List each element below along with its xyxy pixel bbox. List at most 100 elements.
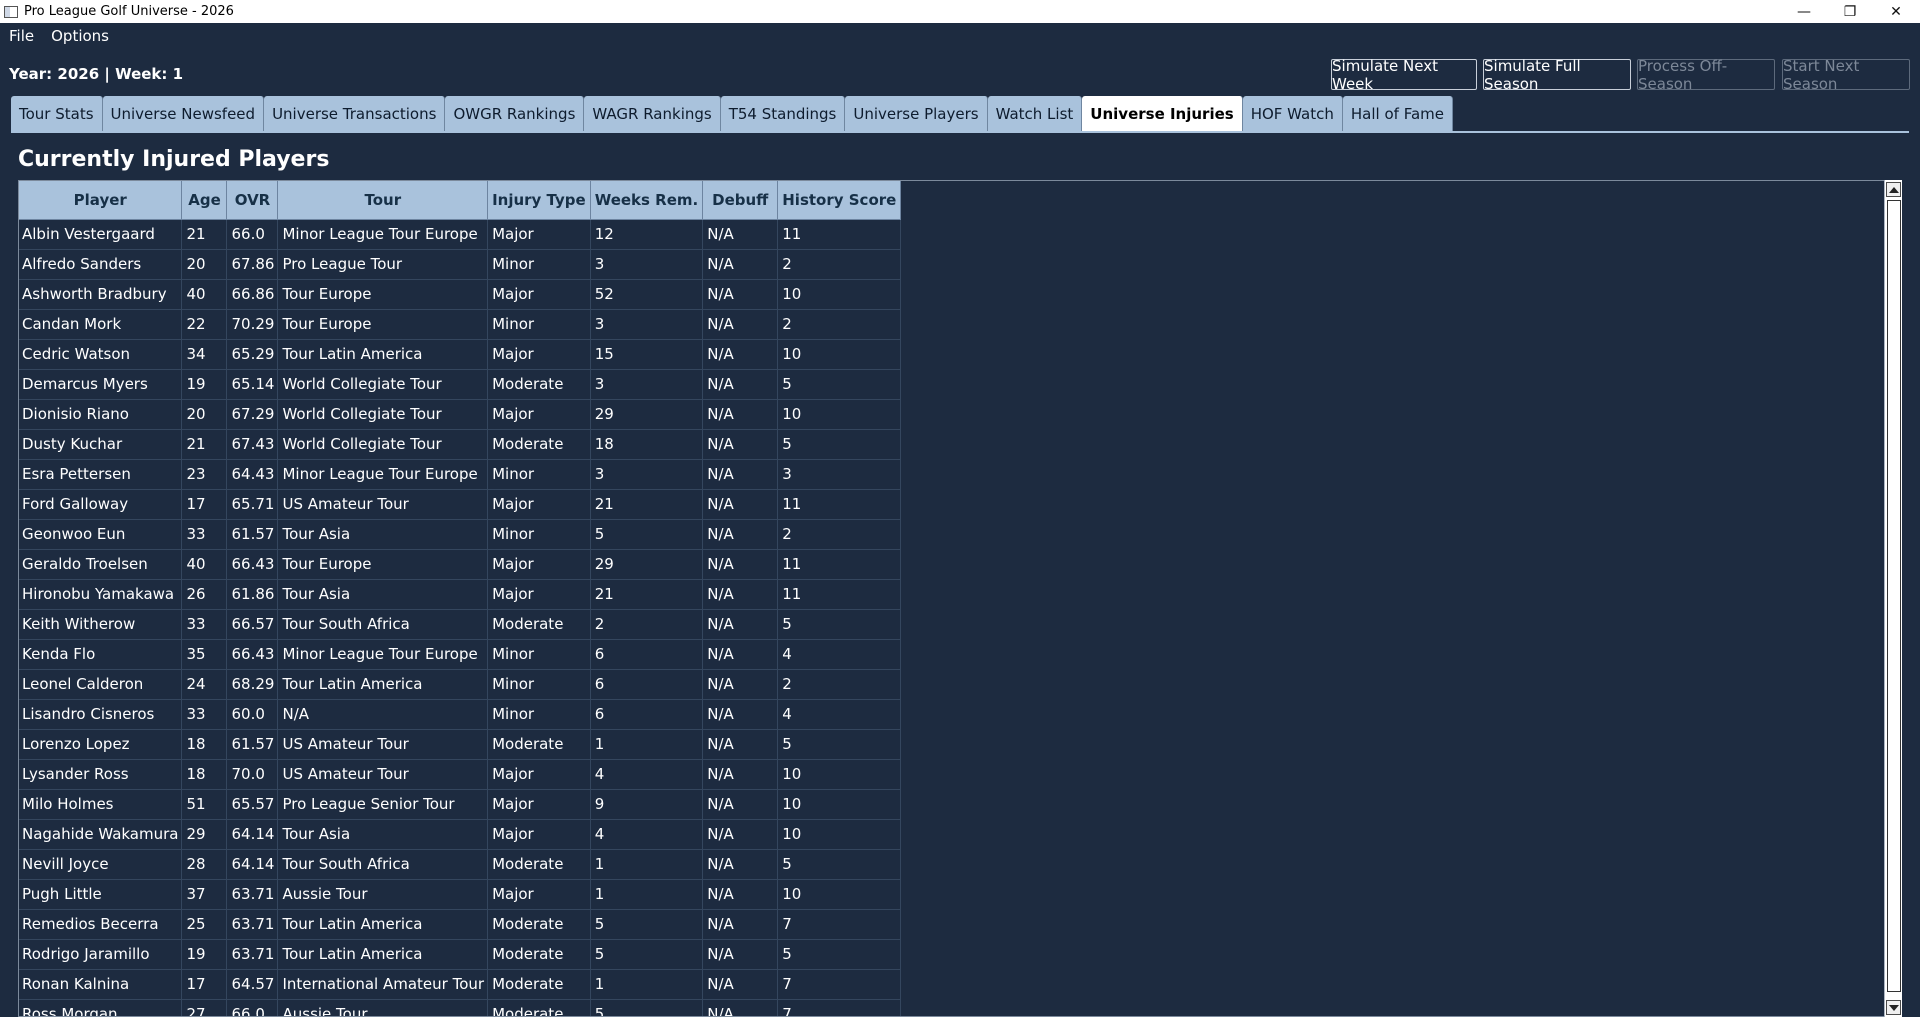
tab-owgr-rankings[interactable]: OWGR Rankings xyxy=(445,96,585,132)
tab-tour-stats[interactable]: Tour Stats xyxy=(11,96,103,132)
table-cell: Major xyxy=(487,279,591,310)
tab-universe-players[interactable]: Universe Players xyxy=(845,96,988,132)
column-header[interactable]: Age xyxy=(181,181,228,220)
table-cell: N/A xyxy=(702,609,779,640)
table-cell: 11 xyxy=(777,219,902,250)
table-row[interactable]: Nevill Joyce 28 64.14 Tour South Africa Mode… xyxy=(19,849,902,880)
table-cell: 6 xyxy=(590,699,704,730)
table-cell: 9 xyxy=(590,789,704,820)
table-row[interactable]: Ross Morgan 27 66.0 Aussie Tour Moderate 5 N/A… xyxy=(19,999,902,1016)
scroll-down-icon[interactable] xyxy=(1886,1000,1901,1015)
table-cell: Ashworth Bradbury xyxy=(19,279,183,310)
table-row[interactable]: Albin Vestergaard 21 66.0 Minor League Tour… xyxy=(19,219,902,250)
table-cell: Hironobu Yamakawa xyxy=(19,579,183,610)
table-row[interactable]: Geraldo Troelsen 40 66.43 Tour Europe Major 2… xyxy=(19,549,902,580)
column-header[interactable]: Tour xyxy=(277,181,489,220)
table-cell: Moderate xyxy=(487,999,591,1016)
table-cell: 64.14 xyxy=(226,849,279,880)
table-cell: Tour Latin America xyxy=(277,909,489,940)
table-row[interactable]: Demarcus Myers 19 65.14 World Collegiate To… xyxy=(19,369,902,400)
column-header[interactable]: OVR xyxy=(226,181,279,220)
start-next-season-button[interactable]: Start Next Season xyxy=(1782,57,1910,93)
table-row[interactable]: Ronan Kalnina 17 64.57 International Amateu… xyxy=(19,969,902,1000)
table-row[interactable]: Lorenzo Lopez 18 61.57 US Amateur Tour Moder… xyxy=(19,729,902,760)
table-cell: 65.71 xyxy=(226,489,279,520)
tab-hof-watch[interactable]: HOF Watch xyxy=(1242,96,1343,132)
table-row[interactable]: Ashworth Bradbury 40 66.86 Tour Europe Major… xyxy=(19,279,902,310)
table-cell: Dionisio Riano xyxy=(19,399,183,430)
table-row[interactable]: Esra Pettersen 23 64.43 Minor League Tour E… xyxy=(19,459,902,490)
table-cell: Minor xyxy=(487,519,591,550)
table-cell: US Amateur Tour xyxy=(277,759,489,790)
table-cell: 63.71 xyxy=(226,909,279,940)
scrollbar-thumb[interactable] xyxy=(1887,200,1901,992)
minimize-icon[interactable]: — xyxy=(1781,0,1827,23)
table-row[interactable]: Cedric Watson 34 65.29 Tour Latin America Ma… xyxy=(19,339,902,370)
table-cell: N/A xyxy=(702,999,779,1016)
table-row[interactable]: Leonel Calderon 24 68.29 Tour Latin America… xyxy=(19,669,902,700)
restore-icon[interactable]: ❐ xyxy=(1827,0,1873,23)
column-header[interactable]: Weeks Rem. xyxy=(590,181,704,220)
column-header[interactable]: Injury Type xyxy=(487,181,591,220)
tab-wagr-rankings[interactable]: WAGR Rankings xyxy=(584,96,721,132)
table-cell: N/A xyxy=(702,309,779,340)
menu-options[interactable]: Options xyxy=(51,27,109,45)
column-header[interactable]: Player xyxy=(19,181,183,220)
tab-hall-of-fame[interactable]: Hall of Fame xyxy=(1342,96,1453,132)
table-cell: 11 xyxy=(777,579,902,610)
table-cell: 33 xyxy=(181,699,228,730)
table-row[interactable]: Milo Holmes 51 65.57 Pro League Senior Tour… xyxy=(19,789,902,820)
table-cell: Nagahide Wakamura xyxy=(19,819,183,850)
table-cell: N/A xyxy=(702,909,779,940)
tab-universe-transactions[interactable]: Universe Transactions xyxy=(264,96,446,132)
table-row[interactable]: Kenda Flo 35 66.43 Minor League Tour Europe… xyxy=(19,639,902,670)
table-cell: World Collegiate Tour xyxy=(277,369,489,400)
table-cell: N/A xyxy=(702,429,779,460)
injuries-table: Player Age OVR Tour Injury Type Weeks Re… xyxy=(19,181,902,1016)
simulate-next-week-button[interactable]: Simulate Next Week xyxy=(1331,57,1477,93)
close-icon[interactable]: ✕ xyxy=(1873,0,1919,23)
table-row[interactable]: Remedios Becerra 25 63.71 Tour Latin Americ… xyxy=(19,909,902,940)
table-row[interactable]: Dusty Kuchar 21 67.43 World Collegiate Tour… xyxy=(19,429,902,460)
table-row[interactable]: Nagahide Wakamura 29 64.14 Tour Asia Major 4 N… xyxy=(19,819,902,850)
table-row[interactable]: Lysander Ross 18 70.0 US Amateur Tour Major 4… xyxy=(19,759,902,790)
table-cell: 27 xyxy=(181,999,228,1016)
table-cell: 66.43 xyxy=(226,639,279,670)
table-row[interactable]: Rodrigo Jaramillo 19 63.71 Tour Latin Ameri… xyxy=(19,939,902,970)
table-cell: 1 xyxy=(590,879,704,910)
vertical-scrollbar[interactable] xyxy=(1884,180,1902,1017)
simulate-full-season-button[interactable]: Simulate Full Season xyxy=(1483,57,1631,93)
table-cell: 10 xyxy=(777,339,902,370)
table-row[interactable]: Alfredo Sanders 20 67.86 Pro League Tour Min… xyxy=(19,249,902,280)
table-cell: 60.0 xyxy=(226,699,279,730)
column-header[interactable]: Debuff xyxy=(702,181,779,220)
table-cell: Tour Europe xyxy=(277,309,489,340)
table-cell: 5 xyxy=(777,729,902,760)
table-row[interactable]: Keith Witherow 33 66.57 Tour South Africa Mo… xyxy=(19,609,902,640)
table-row[interactable]: Lisandro Cisneros 33 60.0 N/A Minor 6 N/A 4 xyxy=(19,699,902,730)
table-cell: Moderate xyxy=(487,729,591,760)
tab-bar: Tour Stats Universe Newsfeed Universe Tr… xyxy=(11,96,1453,132)
table-cell: N/A xyxy=(702,879,779,910)
table-cell: 29 xyxy=(590,399,704,430)
table-row[interactable]: Ford Galloway 17 65.71 US Amateur Tour Major… xyxy=(19,489,902,520)
menu-file[interactable]: File xyxy=(9,27,34,45)
table-row[interactable]: Dionisio Riano 20 67.29 World Collegiate To… xyxy=(19,399,902,430)
table-row[interactable]: Candan Mork 22 70.29 Tour Europe Minor 3 N/A 2 xyxy=(19,309,902,340)
column-header[interactable]: History Score xyxy=(777,181,902,220)
process-off-season-button[interactable]: Process Off-Season xyxy=(1637,57,1775,93)
table-row[interactable]: Geonwoo Eun 33 61.57 Tour Asia Minor 5 N/A 2 xyxy=(19,519,902,550)
tab-universe-newsfeed[interactable]: Universe Newsfeed xyxy=(102,96,265,132)
table-cell: 18 xyxy=(590,429,704,460)
table-cell: 6 xyxy=(590,669,704,700)
table-cell: Minor xyxy=(487,699,591,730)
table-cell: 33 xyxy=(181,519,228,550)
tab-universe-injuries[interactable]: Universe Injuries xyxy=(1082,96,1243,132)
table-cell: 23 xyxy=(181,459,228,490)
table-cell: N/A xyxy=(702,549,779,580)
tab-watch-list[interactable]: Watch List xyxy=(987,96,1083,132)
tab-t54-standings[interactable]: T54 Standings xyxy=(720,96,846,132)
table-row[interactable]: Pugh Little 37 63.71 Aussie Tour Major 1 N/A 10 xyxy=(19,879,902,910)
scroll-up-icon[interactable] xyxy=(1886,182,1901,197)
table-row[interactable]: Hironobu Yamakawa 26 61.86 Tour Asia Major 21… xyxy=(19,579,902,610)
